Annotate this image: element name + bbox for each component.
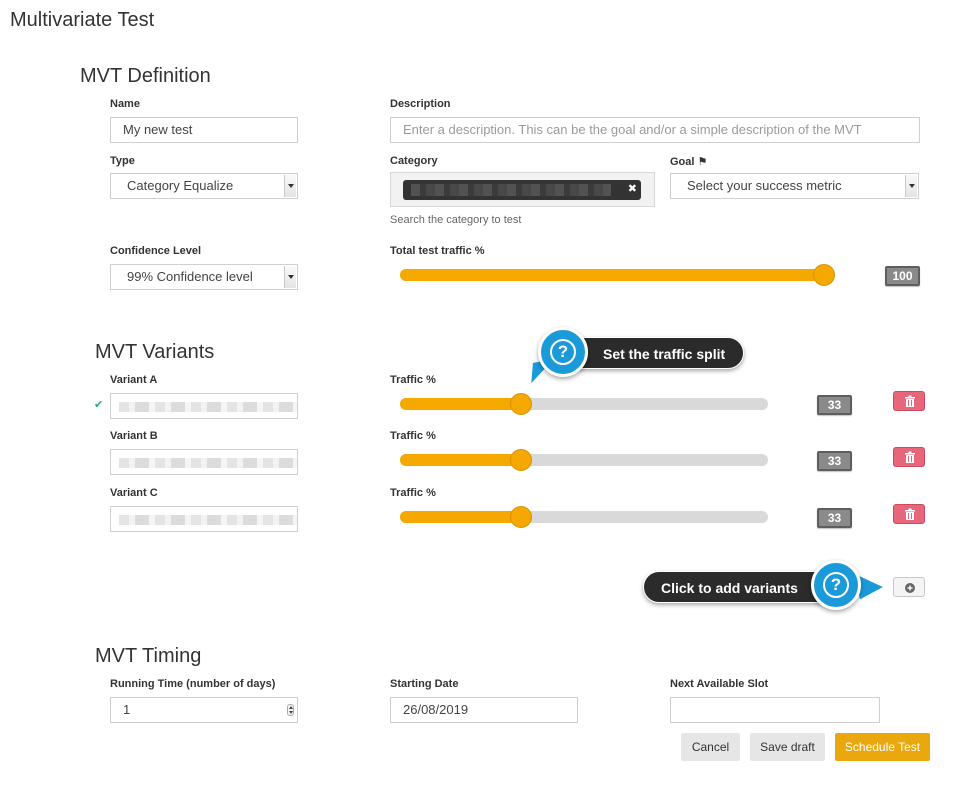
next-slot-label: Next Available Slot	[670, 678, 769, 690]
goal-label-text: Goal	[670, 156, 695, 168]
stepper-icon[interactable]	[287, 704, 294, 716]
help-icon[interactable]: ?	[538, 327, 588, 377]
remove-icon[interactable]: ✖	[628, 182, 637, 195]
type-select[interactable]: Category Equalize	[110, 173, 298, 199]
confidence-select[interactable]: 99% Confidence level	[110, 264, 298, 290]
question-mark-icon: ?	[550, 339, 576, 365]
flag-icon: ⚑	[697, 156, 708, 168]
variant-a-traffic-label: Traffic %	[390, 374, 436, 386]
starting-date-label: Starting Date	[390, 678, 459, 690]
type-label: Type	[110, 155, 135, 167]
redacted-text	[119, 402, 297, 412]
traffic-split-callout: Set the traffic split	[566, 337, 744, 369]
description-label: Description	[390, 98, 451, 110]
redacted-text	[119, 458, 297, 468]
delete-variant-a-button[interactable]	[893, 391, 925, 411]
confidence-label: Confidence Level	[110, 245, 202, 257]
goal-select[interactable]: Select your success metric	[670, 173, 919, 199]
category-tag-redacted	[411, 184, 611, 196]
running-time-label: Running Time (number of days)	[110, 678, 276, 690]
chevron-down-icon	[905, 175, 917, 197]
variant-c-input[interactable]	[110, 506, 298, 532]
variant-b-traffic-slider[interactable]	[400, 449, 768, 471]
redacted-text	[119, 515, 297, 525]
delete-variant-b-button[interactable]	[893, 447, 925, 467]
category-tag: ✖	[403, 180, 641, 200]
category-label: Category	[390, 155, 438, 167]
goal-select-value: Select your success metric	[687, 178, 842, 193]
page-title: Multivariate Test	[10, 9, 155, 31]
variant-b-traffic-label: Traffic %	[390, 430, 436, 442]
description-input[interactable]: Enter a description. This can be the goa…	[390, 117, 920, 143]
variant-b-traffic-badge: 33	[817, 451, 852, 471]
name-input[interactable]: My new test	[110, 117, 298, 143]
schedule-test-button[interactable]: Schedule Test	[835, 733, 930, 761]
total-traffic-handle[interactable]	[813, 264, 835, 286]
variant-a-input[interactable]	[110, 393, 298, 419]
delete-variant-c-button[interactable]	[893, 504, 925, 524]
category-hint: Search the category to test	[390, 214, 522, 226]
running-time-input[interactable]: 1	[110, 697, 298, 723]
total-traffic-badge: 100	[885, 266, 920, 286]
variant-a-traffic-handle[interactable]	[510, 393, 533, 415]
name-label: Name	[110, 98, 140, 110]
question-mark-icon: ?	[823, 572, 849, 598]
variant-c-label: Variant C	[110, 487, 158, 499]
section-title-definition: MVT Definition	[80, 65, 211, 87]
variant-a-traffic-badge: 33	[817, 395, 852, 415]
next-slot-input[interactable]	[670, 697, 880, 723]
variant-a-label: Variant A	[110, 374, 158, 386]
variant-a-traffic-slider[interactable]	[400, 393, 768, 415]
section-title-timing: MVT Timing	[95, 645, 202, 667]
variant-c-traffic-label: Traffic %	[390, 487, 436, 499]
variant-b-label: Variant B	[110, 430, 158, 442]
total-traffic-slider[interactable]	[400, 264, 835, 286]
variant-b-traffic-handle[interactable]	[510, 449, 533, 471]
running-time-value: 1	[123, 702, 131, 717]
confidence-select-value: 99% Confidence level	[127, 269, 253, 284]
category-field[interactable]: ✖	[390, 172, 655, 207]
goal-label: Goal ⚑	[670, 155, 707, 168]
cancel-button[interactable]: Cancel	[681, 733, 740, 761]
trash-icon	[905, 451, 915, 463]
chevron-down-icon	[284, 266, 296, 288]
trash-icon	[905, 508, 915, 520]
plus-circle-icon	[905, 583, 915, 593]
starting-date-input[interactable]: 26/08/2019	[390, 697, 578, 723]
variant-b-input[interactable]	[110, 449, 298, 475]
total-traffic-fill	[400, 269, 824, 281]
help-icon[interactable]: ?	[811, 560, 861, 610]
trash-icon	[905, 395, 915, 407]
check-icon: ✔	[94, 399, 104, 411]
variant-c-traffic-slider[interactable]	[400, 506, 768, 528]
variant-c-traffic-handle[interactable]	[510, 506, 533, 528]
add-variant-button[interactable]	[893, 577, 925, 597]
section-title-variants: MVT Variants	[95, 341, 215, 363]
save-draft-button[interactable]: Save draft	[750, 733, 825, 761]
chevron-down-icon	[284, 175, 296, 197]
total-traffic-label: Total test traffic %	[390, 245, 485, 257]
variant-c-traffic-badge: 33	[817, 508, 852, 528]
type-select-value: Category Equalize	[127, 178, 234, 193]
